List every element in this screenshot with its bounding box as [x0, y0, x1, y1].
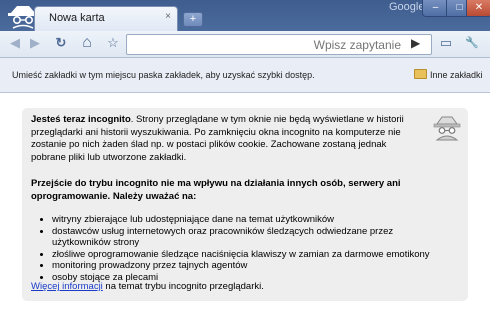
reload-icon[interactable]: ↻ [52, 34, 70, 52]
bookmarks-bar: Umieść zakładki w tym miejscu paska zakł… [0, 58, 490, 93]
google-brand-label: Google [389, 1, 425, 13]
more-info-link[interactable]: Więcej informacji [31, 281, 103, 292]
more-info-text: na temat trybu incognito przeglądarki. [102, 281, 264, 292]
home-icon[interactable]: ⌂ [78, 34, 96, 52]
close-window-button[interactable]: ✕ [466, 0, 490, 17]
incognito-intro: Jesteś teraz incognito. Strony przegląda… [31, 114, 415, 164]
omnibox-input[interactable] [127, 35, 401, 54]
tab-close-icon[interactable]: × [165, 11, 171, 22]
back-icon[interactable]: ◀ [6, 34, 24, 52]
new-tab-button[interactable]: + [183, 12, 203, 27]
omnibox[interactable]: ▶ [126, 34, 432, 55]
browser-window: Nowa karta × + Google – □ ✕ ◀ ▶ ↻ ⌂ ☆ ▶ … [0, 0, 490, 322]
minimize-button[interactable]: – [422, 0, 449, 17]
other-bookmarks-button[interactable]: Inne zakładki [414, 69, 483, 80]
incognito-heading: Jesteś teraz incognito [31, 114, 131, 125]
list-item: witryny zbierające lub udostępniające da… [52, 214, 452, 226]
incognito-warning: Przejście do trybu incognito nie ma wpły… [31, 178, 401, 202]
list-item: złośliwe oprogramowanie śledzące naciśni… [52, 249, 452, 261]
go-icon[interactable]: ▶ [411, 36, 420, 50]
incognito-bullets: witryny zbierające lub udostępniające da… [40, 214, 452, 284]
tab-title: Nowa karta [49, 12, 105, 24]
list-item: dostawców usług internetowych oraz praco… [52, 226, 452, 249]
spy-icon [433, 116, 461, 141]
page-menu-icon[interactable]: ▭ [437, 34, 455, 52]
forward-icon[interactable]: ▶ [26, 34, 44, 52]
star-icon[interactable]: ☆ [104, 34, 122, 52]
toolbar: ◀ ▶ ↻ ⌂ ☆ ▶ ▭ 🔧 [0, 31, 490, 58]
wrench-icon[interactable]: 🔧 [463, 34, 481, 52]
bookmarks-hint: Umieść zakładki w tym miejscu paska zakł… [12, 70, 315, 80]
incognito-panel: Jesteś teraz incognito. Strony przegląda… [22, 108, 468, 301]
more-info-line: Więcej informacji na temat trybu incogni… [31, 281, 451, 294]
folder-icon [414, 69, 427, 79]
page-content: Jesteś teraz incognito. Strony przegląda… [0, 93, 490, 322]
list-item: monitoring prowadzony przez tajnych agen… [52, 260, 452, 272]
other-bookmarks-label: Inne zakładki [430, 70, 483, 80]
tab-nowa-karta[interactable]: Nowa karta × [34, 6, 178, 31]
